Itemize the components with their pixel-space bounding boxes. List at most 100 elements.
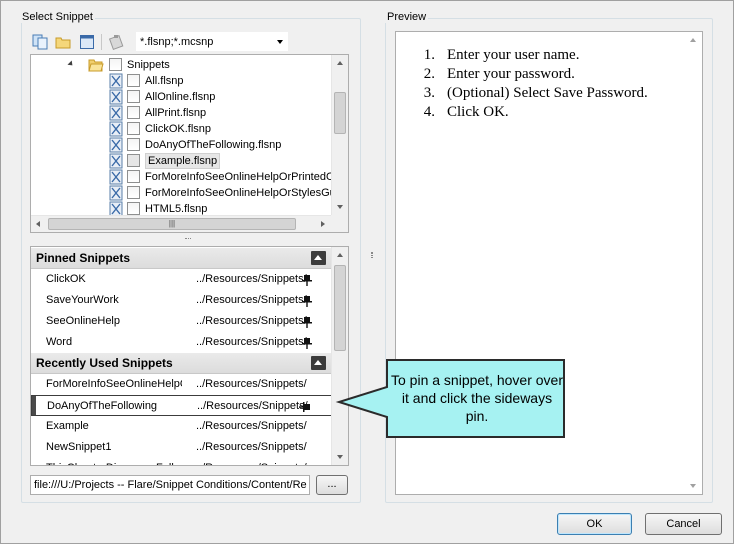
pinned-header-label: Pinned Snippets xyxy=(36,251,131,265)
snippet-path: ../Resources/Snippets/ xyxy=(196,458,312,465)
recent-snippet-row[interactable]: ForMoreInfoSeeOnlineHelpOr ../Resources/S… xyxy=(31,374,332,395)
tree-item-checkbox[interactable] xyxy=(127,122,140,135)
step-text: (Optional) Select Save Password. xyxy=(447,85,648,101)
recent-snippet-row[interactable]: DoAnyOfTheFollowing ../Resources/Snippets… xyxy=(31,395,332,416)
tree-item-checkbox[interactable] xyxy=(127,90,140,103)
recent-snippet-row[interactable]: ThisChapterDiscussesFollowi ../Resources/… xyxy=(31,458,332,465)
pin-icon[interactable] xyxy=(302,274,312,286)
vertical-splitter[interactable] xyxy=(371,252,373,258)
scroll-down-icon[interactable] xyxy=(337,455,343,459)
snippet-path: ../Resources/Snippets/ xyxy=(196,441,307,453)
snippet-name: ForMoreInfoSeeOnlineHelpOr xyxy=(46,378,182,390)
pinned-snippet-row[interactable]: ClickOK ../Resources/Snippets/ xyxy=(31,269,332,290)
tree-item[interactable]: All.flsnp xyxy=(31,73,331,89)
tree-item[interactable]: AllPrint.flsnp xyxy=(31,105,331,121)
recent-snippet-row[interactable]: Example ../Resources/Snippets/ xyxy=(31,416,332,437)
snippet-file-icon xyxy=(109,153,123,169)
snippet-path: ../Resources/Snippets/ xyxy=(196,336,307,348)
snippet-name: Example xyxy=(46,420,89,432)
expand-arrow-icon[interactable] xyxy=(67,60,75,68)
horizontal-splitter[interactable] xyxy=(185,238,191,240)
scroll-corner xyxy=(331,215,348,232)
tree-vertical-scrollbar[interactable] xyxy=(331,55,348,215)
tree-root-label: Snippets xyxy=(127,59,170,71)
snippet-path: ../Resources/Snippets/ xyxy=(196,294,307,306)
pin-icon[interactable] xyxy=(302,337,312,349)
scroll-right-icon[interactable] xyxy=(321,221,325,227)
list-scroll-thumb[interactable] xyxy=(334,265,346,351)
snippet-file-icon xyxy=(109,121,123,137)
scroll-up-icon[interactable] xyxy=(690,38,696,42)
snippet-path: ../Resources/Snippets/ xyxy=(196,378,307,390)
recent-snippets-header[interactable]: Recently Used Snippets xyxy=(31,353,332,374)
step-text: Enter your user name. xyxy=(447,47,580,63)
file-filter-dropdown[interactable]: *.flsnp;*.mcsnp xyxy=(136,32,288,51)
select-snippet-title: Select Snippet xyxy=(20,11,95,23)
tree-scroll-thumb[interactable] xyxy=(334,92,346,134)
step-number: 1. xyxy=(423,47,435,63)
paste-icon[interactable] xyxy=(108,34,124,50)
snippet-name: SaveYourWork xyxy=(46,294,119,306)
snippet-name: DoAnyOfTheFollowing xyxy=(47,400,158,412)
snippet-file-icon xyxy=(109,105,123,121)
collapse-recent-icon[interactable] xyxy=(311,356,326,370)
snippet-file-icon xyxy=(109,89,123,105)
folder-icon[interactable] xyxy=(55,34,71,50)
tree-root-checkbox[interactable] xyxy=(109,58,122,71)
pinned-snippet-row[interactable]: SeeOnlineHelp ../Resources/Snippets/ xyxy=(31,311,332,332)
snippet-path: ../Resources/Snippets/ xyxy=(196,273,307,285)
pinned-snippets-header[interactable]: Pinned Snippets xyxy=(31,248,332,269)
tree-item[interactable]: DoAnyOfTheFollowing.flsnp xyxy=(31,137,331,153)
scroll-up-icon[interactable] xyxy=(337,61,343,65)
scroll-down-icon[interactable] xyxy=(337,205,343,209)
snippet-name: Word xyxy=(46,336,73,348)
sideways-pin-icon[interactable] xyxy=(299,402,311,412)
snippet-path: ../Resources/Snippets/ xyxy=(196,420,307,432)
tree-item-checkbox[interactable] xyxy=(127,154,140,167)
tree-item[interactable]: ClickOK.flsnp xyxy=(31,121,331,137)
snippet-file-icon xyxy=(109,185,123,201)
tree-root-snippets[interactable]: Snippets xyxy=(31,57,331,73)
snippet-path: ../Resources/Snippets/ xyxy=(196,315,307,327)
tree-hscroll-thumb[interactable]: ||| xyxy=(48,218,296,230)
collapse-pinned-icon[interactable] xyxy=(311,251,326,265)
tree-item-checkbox[interactable] xyxy=(127,186,140,199)
step-text: Click OK. xyxy=(447,104,509,120)
pinned-snippet-row[interactable]: Word ../Resources/Snippets/ xyxy=(31,332,332,353)
step-number: 3. xyxy=(423,85,435,101)
scroll-up-icon[interactable] xyxy=(337,253,343,257)
folder-open-icon xyxy=(88,59,104,72)
tree-item-label: ClickOK.flsnp xyxy=(145,123,212,135)
preview-vertical-scrollbar[interactable] xyxy=(685,32,702,494)
callout-text: To pin a snippet, hover over it and clic… xyxy=(391,372,563,424)
tree-item-checkbox[interactable] xyxy=(127,138,140,151)
recent-snippet-row[interactable]: NewSnippet1 ../Resources/Snippets/ xyxy=(31,437,332,458)
tree-item[interactable]: AllOnline.flsnp xyxy=(31,89,331,105)
scroll-down-icon[interactable] xyxy=(690,484,696,488)
tree-item-checkbox[interactable] xyxy=(127,170,140,183)
tree-item[interactable]: ForMoreInfoSeeOnlineHelpOrPrintedOu xyxy=(31,169,341,185)
hover-indicator xyxy=(32,396,36,415)
pinned-snippet-row[interactable]: SaveYourWork ../Resources/Snippets/ xyxy=(31,290,332,311)
tree-item-checkbox[interactable] xyxy=(127,74,140,87)
tree-item[interactable]: Example.flsnp xyxy=(31,153,331,169)
window-icon[interactable] xyxy=(79,34,95,50)
snippet-path-field[interactable]: file:///U:/Projects -- Flare/Snippet Con… xyxy=(30,475,310,495)
tree-horizontal-scrollbar[interactable]: ||| xyxy=(31,215,331,232)
step-number: 2. xyxy=(423,66,435,82)
snippet-tree[interactable]: Snippets All.flsnp AllOnline.flsnp AllPrin… xyxy=(30,54,349,233)
scroll-left-icon[interactable] xyxy=(36,221,40,227)
pin-icon[interactable] xyxy=(302,316,312,328)
cancel-button[interactable]: Cancel xyxy=(645,513,722,535)
tree-item-checkbox[interactable] xyxy=(127,106,140,119)
chevron-down-icon xyxy=(277,40,283,44)
pin-icon[interactable] xyxy=(302,295,312,307)
ok-button[interactable]: OK xyxy=(557,513,632,535)
tree-item-checkbox[interactable] xyxy=(127,202,140,215)
browse-button[interactable]: ... xyxy=(316,475,348,495)
toolbar-separator xyxy=(101,34,102,50)
copy-icon[interactable] xyxy=(32,34,48,50)
hscroll-grip: ||| xyxy=(168,219,176,228)
tree-item[interactable]: ForMoreInfoSeeOnlineHelpOrStylesGuid xyxy=(31,185,344,201)
snippet-list[interactable]: Pinned Snippets ClickOK ../Resources/Snip… xyxy=(30,246,349,466)
